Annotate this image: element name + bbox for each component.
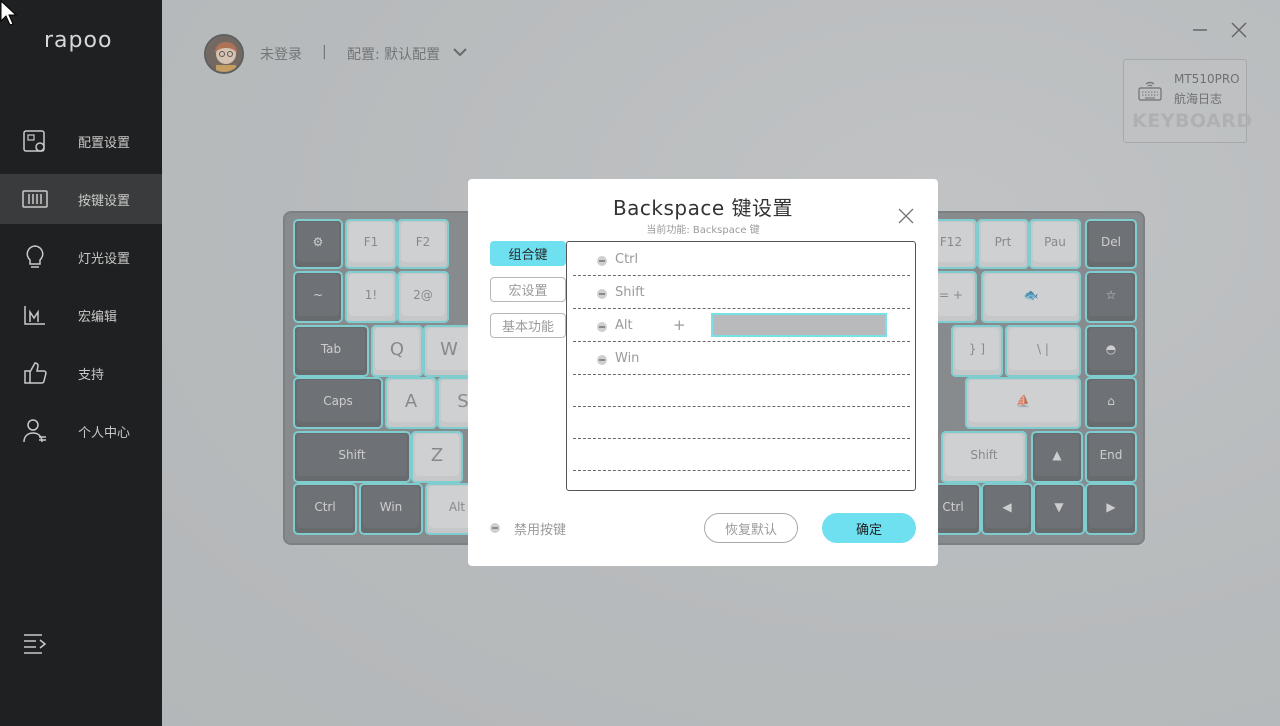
sidebar-item-label: 灯光设置 (78, 252, 131, 267)
modifier-toggle[interactable] (597, 289, 607, 299)
dialog-title: Backspace 键设置 (612, 196, 794, 220)
macro-icon (24, 306, 45, 325)
restore-default-button[interactable]: 恢复默认 (704, 513, 798, 543)
key-settings-dialog: Backspace 键设置 当前功能: Backspace 键 组合键 宏设置 … (468, 179, 938, 566)
close-icon[interactable] (896, 206, 916, 226)
modifier-toggle[interactable] (597, 256, 607, 266)
empty-row (573, 439, 910, 471)
empty-row (573, 407, 910, 439)
disable-key-toggle[interactable] (490, 523, 500, 533)
sidebar-item-support[interactable]: 支持 (0, 348, 162, 398)
sidebar-item-label: 个人中心 (78, 426, 131, 441)
modifier-row-win[interactable]: Win (573, 343, 910, 375)
sidebar-item-label: 按键设置 (78, 194, 131, 209)
tab-macro[interactable]: 宏设置 (490, 277, 566, 302)
menu-icon[interactable] (22, 632, 48, 654)
modifier-list: Ctrl Shift Alt + Win (566, 241, 916, 491)
sidebar-item-label: 宏编辑 (78, 310, 118, 325)
tab-combo-key[interactable]: 组合键 (490, 241, 566, 266)
sidebar-item-macro[interactable]: 宏编辑 (0, 290, 162, 340)
modifier-label: Win (615, 351, 640, 366)
modifier-label: Ctrl (615, 252, 639, 267)
modifier-row-alt[interactable]: Alt + (573, 310, 910, 342)
modifier-toggle[interactable] (597, 355, 607, 365)
modifier-row-shift[interactable]: Shift (573, 277, 910, 309)
mouse-cursor-icon (0, 0, 18, 26)
user-icon (23, 419, 46, 443)
disable-key-label[interactable]: 禁用按键 (514, 519, 566, 538)
sidebar-item-keys[interactable]: 按键设置 (0, 174, 162, 224)
sidebar-item-label: 配置设置 (78, 136, 131, 151)
rapoo-logo: rapoo (44, 28, 113, 53)
config-icon (23, 130, 45, 152)
combo-key-input[interactable] (711, 313, 887, 337)
modifier-label: Shift (615, 285, 645, 300)
sidebar-item-lighting[interactable]: 灯光设置 (0, 232, 162, 282)
sidebar-item-profile[interactable]: 个人中心 (0, 406, 162, 456)
confirm-button[interactable]: 确定 (822, 513, 916, 543)
keys-icon (22, 190, 48, 208)
tab-basic-function[interactable]: 基本功能 (490, 313, 566, 338)
plus-sign: + (673, 316, 686, 334)
sidebar: rapoo 配置设置 按键设置 灯光设置 宏编辑 支持 个人中心 (0, 0, 162, 726)
modifier-toggle[interactable] (597, 322, 607, 332)
sidebar-item-config[interactable]: 配置设置 (0, 116, 162, 166)
dialog-subtitle: 当前功能: Backspace 键 (646, 225, 760, 236)
sidebar-item-label: 支持 (78, 368, 105, 383)
empty-row (573, 375, 910, 407)
thumbs-up-icon (24, 362, 47, 384)
modifier-label: Alt (615, 318, 633, 333)
bulb-icon (26, 245, 44, 268)
modifier-row-ctrl[interactable]: Ctrl (573, 244, 910, 276)
